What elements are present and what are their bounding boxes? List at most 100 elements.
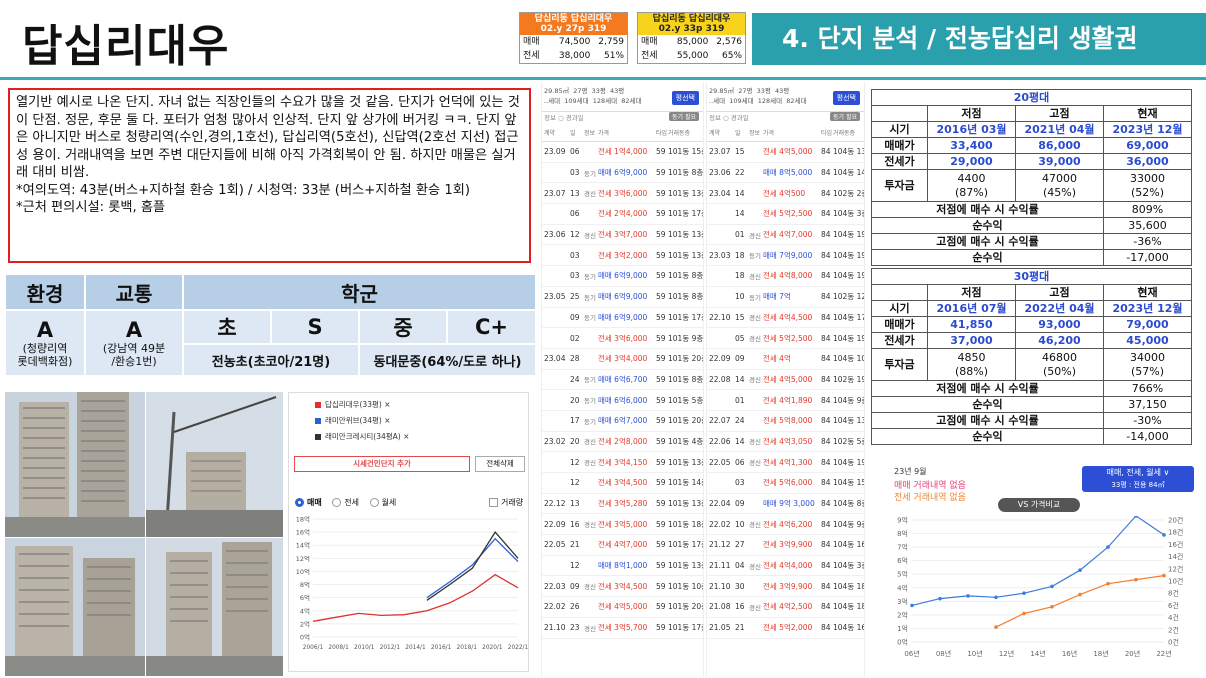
txn-row[interactable]: 02 전세 3억6,000 59 101동 9층: [542, 328, 703, 349]
txn-cell: 101동 17층: [668, 209, 703, 219]
txn-rows: 23.0715전세 4억5,00084104동 13층23.0622매매 8억5…: [707, 142, 864, 639]
txn-row[interactable]: 12 경신전세 3억4,150 59101동 13층: [542, 452, 703, 473]
txn-row[interactable]: 22.05 21 전세 4억7,000 59101동 17층: [542, 535, 703, 556]
txn-cell: 84: [821, 602, 831, 612]
txn-row[interactable]: 21.12 27 전세 3억9,900 84104동 16층: [707, 535, 864, 556]
radio-jeonse[interactable]: 전세: [332, 498, 359, 507]
txn-row[interactable]: 23.07 13 경신전세 3억6,000 59101동 13층: [542, 183, 703, 205]
legend-item[interactable]: 래미안위브(34평) ×: [315, 415, 390, 426]
txn-row[interactable]: 12 매매 8억1,000 59101동 13층: [542, 556, 703, 577]
txn-row[interactable]: 21.08 16 경신전세 4억2,500 84104동 18층: [707, 597, 864, 618]
txn-row[interactable]: 22.04 09 매매 9억 3,000 84 104동 8층: [707, 494, 864, 515]
volume-checkbox[interactable]: 거래량: [489, 497, 523, 508]
pyeong-select-button[interactable]: 평선택: [671, 91, 699, 105]
txn-cell: 59: [656, 250, 666, 260]
delete-all-button[interactable]: 전체삭제: [475, 456, 525, 472]
txn-row[interactable]: 22.07 24 전세 5억8,000 84104동 13층: [707, 411, 864, 432]
txn-row[interactable]: 17 동기매매 6억7,000 59101동 20층: [542, 411, 703, 432]
txn-cell: 59: [656, 354, 666, 364]
txn-cell: 104동 10층: [833, 354, 864, 364]
legend-item[interactable]: 답십리대우(33평) ×: [315, 399, 390, 410]
txn-cell: 101동 8층: [668, 374, 704, 384]
txn-cell: 101동 20층: [668, 416, 703, 426]
legend-swatch: [315, 434, 321, 440]
txn-row[interactable]: 23.04 28 전세 3억4,000 59101동 20층: [542, 349, 703, 370]
txn-cell: 03: [735, 478, 745, 488]
pyeong-select-button[interactable]: 평선택: [832, 91, 860, 105]
txn-row[interactable]: 22.09 09 전세 4억 84104동 10층: [707, 349, 864, 370]
txn-row[interactable]: 01 경신전세 4억7,000 84104동 19층: [707, 225, 864, 246]
txn-cell: 104동 15층: [833, 478, 864, 488]
txn-row[interactable]: 21.10 23 경신전세 3억5,700 59101동 17층: [542, 618, 703, 639]
txn-row[interactable]: 03 전세 5억6,000 84104동 15층: [707, 473, 864, 494]
txn-row[interactable]: 23.05 25 동기 매매 6억9,000 59 101동 8층: [542, 287, 703, 308]
x-tick-label: 2016/1: [431, 645, 452, 651]
summary-value: 35,600: [1103, 217, 1192, 234]
vs-compare-pill[interactable]: VS 가격비교: [998, 498, 1080, 512]
txn-row[interactable]: 23.02 20 경신 전세 2억8,000 59 101동 4층: [542, 432, 703, 453]
y-tick-label: 18억: [296, 516, 310, 524]
txn-cell: 06: [735, 457, 745, 467]
txn-row[interactable]: 21.05 21 전세 5억2,000 84104동 16층: [707, 618, 864, 639]
txn-row[interactable]: 03 동기 매매 6억9,000 59 101동 8층: [542, 266, 703, 287]
txn-row[interactable]: 18 경신전세 4억8,000 84104동 19층: [707, 266, 864, 287]
txn-row[interactable]: 22.02 10 경신 전세 4억6,200 84 104동 9층: [707, 514, 864, 536]
txn-sub-button[interactable]: 동기 필요: [830, 112, 860, 121]
txn-row[interactable]: 22.06 14 경신 전세 4억3,050 84 102동 5층: [707, 432, 864, 453]
txn-row[interactable]: 22.03 09 경신전세 3억4,500 59101동 10층: [542, 576, 703, 598]
txn-row[interactable]: 23.04 14 전세 4억500 84 102동 2층: [707, 183, 864, 205]
txn-row[interactable]: 22.08 14 경신전세 4억5,000 84102동 19층: [707, 370, 864, 391]
txn-row[interactable]: 22.10 15 경신전세 4억4,500 84104동 17층: [707, 308, 864, 329]
txn-subheader: 정보 ○ 경과일 동기 필요: [542, 112, 703, 124]
txn-row[interactable]: 23.06 22 매매 8억5,000 84104동 14층: [707, 163, 864, 184]
txn-row[interactable]: 22.05 06 경신전세 4억1,300 84104동 19층: [707, 452, 864, 473]
summary-value: 766%: [1103, 380, 1192, 397]
txn-row[interactable]: 03 전세 3억2,000 59101동 13층: [542, 245, 703, 267]
x-tick-label: 2020/1: [482, 645, 503, 651]
txn-cell: 매매 8억5,000: [763, 168, 813, 178]
cell: 2016년 03월: [927, 121, 1016, 138]
txn-row[interactable]: 23.06 12 경신전세 3억7,000 59101동 13층: [542, 225, 703, 246]
txn-row[interactable]: 14 전세 5억2,500 84 104동 3층: [707, 204, 864, 225]
txn-row[interactable]: 12 전세 3억4,500 59101동 14층: [542, 473, 703, 494]
txn-row[interactable]: 24 동기 매매 6억6,700 59 101동 8층: [542, 370, 703, 391]
legend-item[interactable]: 래미안크레시티(34평A) ×: [315, 431, 409, 442]
txn-cell: 84: [821, 581, 831, 591]
txn-cell: 59: [656, 312, 666, 322]
add-complex-button[interactable]: 시세건인단지 추가: [294, 456, 470, 472]
txn-header: 29.85㎡ 27평 33평 43평 ..세대 109세대 128세대 82세대…: [707, 82, 864, 112]
txn-cell: 102동 19층: [833, 374, 864, 384]
txn-row[interactable]: 05 경신전세 5억2,500 84104동 19층: [707, 328, 864, 349]
radio-monthly[interactable]: 월세: [369, 498, 396, 507]
txn-cell: 23.06: [544, 230, 566, 240]
txn-row[interactable]: 23.07 15 전세 4억5,000 84104동 13층: [707, 142, 864, 163]
txn-cell: 경신: [749, 438, 761, 447]
txn-cell: 전세 3억5,000: [598, 519, 648, 529]
txn-row[interactable]: 22.02 26 전세 4억5,000 59101동 20층: [542, 597, 703, 618]
txn-row[interactable]: 06 전세 2억4,000 59101동 17층: [542, 204, 703, 225]
txn-row[interactable]: 01 전세 4억1,890 84 104동 9층: [707, 390, 864, 411]
mid-grade: 중: [393, 316, 413, 340]
txn-row[interactable]: 23.09 06 전세 1억4,000 59101동 15층: [542, 142, 703, 163]
txn-sub-button[interactable]: 동기 필요: [669, 112, 699, 121]
txn-row[interactable]: 09 동기매매 6억9,000 59101동 17층: [542, 308, 703, 329]
radio-sale[interactable]: 매매: [295, 498, 322, 507]
x-tick-label: 2014/1: [405, 645, 426, 651]
txn-cell: 09: [735, 354, 745, 364]
txn-cell: 101동 13층: [668, 561, 703, 571]
txn-cell: 104동 18층: [833, 602, 864, 612]
txn-cell: 84: [821, 188, 831, 198]
txn-row[interactable]: 22.12 13 전세 3억5,280 59101동 13층: [542, 494, 703, 515]
txn-cell: 104동 13층: [833, 147, 864, 157]
txn-cell: 01: [735, 230, 745, 240]
txn-row[interactable]: 23.03 18 동기매매 7억9,000 84104동 19층: [707, 245, 864, 267]
txn-row[interactable]: 10 동기매매 7억 84102동 12층: [707, 287, 864, 308]
txn-cell: 매매 7억9,000: [763, 250, 813, 260]
txn-row[interactable]: 03 동기 매매 6억9,000 59 101동 8층: [542, 163, 703, 184]
txn-row[interactable]: 21.10 30 전세 3억9,900 84104동 18층: [707, 576, 864, 598]
txn-row[interactable]: 22.09 16 경신전세 3억5,000 59101동 18층: [542, 514, 703, 536]
txn-row[interactable]: 21.11 04 경신 전세 4억4,000 84 104동 3층: [707, 556, 864, 577]
deal-type-dropdown[interactable]: 매매, 전세, 월세 ∨ 33평 : 전용 84㎡: [1082, 466, 1194, 492]
txn-row[interactable]: 20 동기 매매 6억6,000 59 101동 5층: [542, 390, 703, 411]
txn-cell: 경신: [749, 521, 761, 530]
